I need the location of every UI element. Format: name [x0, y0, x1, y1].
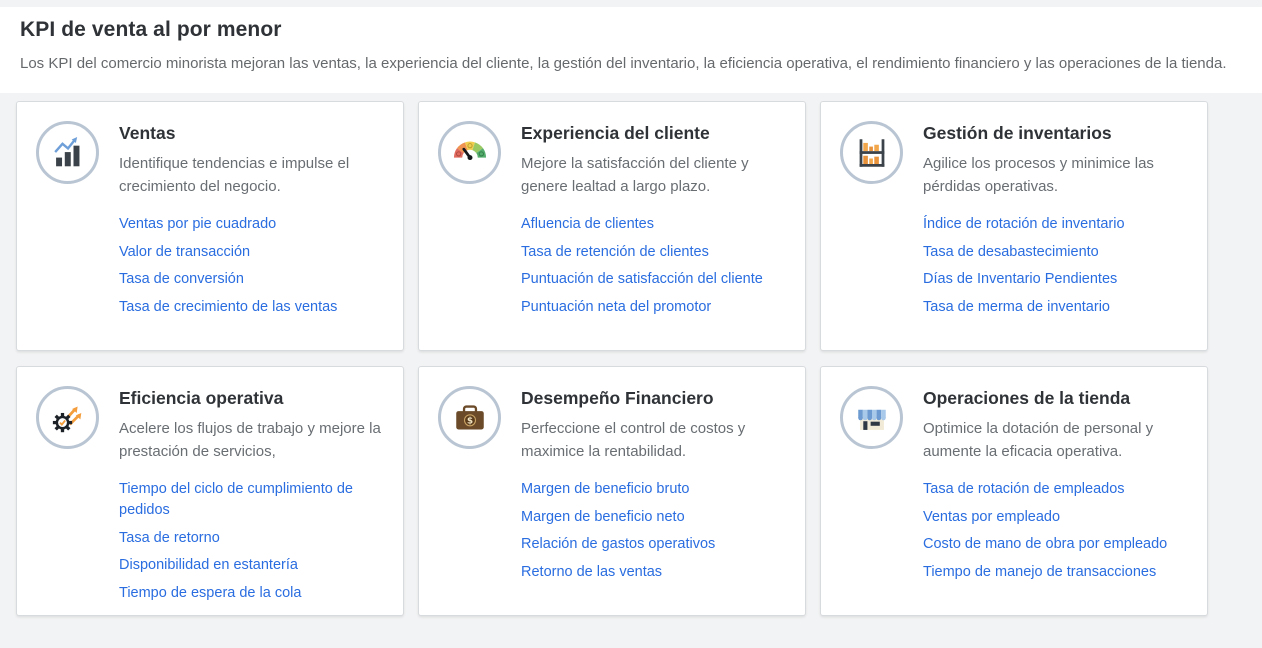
- kpi-card-operaciones-tienda: Operaciones de la tienda Optimice la dot…: [820, 366, 1208, 616]
- kpi-link[interactable]: Días de Inventario Pendientes: [923, 269, 1189, 290]
- card-link-list: Margen de beneficio bruto Margen de bene…: [521, 479, 787, 583]
- kpi-link[interactable]: Afluencia de clientes: [521, 214, 787, 235]
- page-title: KPI de venta al por menor: [20, 18, 1242, 42]
- kpi-link[interactable]: Margen de beneficio bruto: [521, 479, 787, 500]
- page-subtitle: Los KPI del comercio minorista mejoran l…: [20, 53, 1242, 75]
- kpi-card-desempeno-financiero: $ Desempeño Financiero Perfeccione el co…: [418, 366, 806, 616]
- kpi-link[interactable]: Tasa de crecimiento de las ventas: [119, 297, 385, 318]
- card-title: Eficiencia operativa: [119, 388, 385, 408]
- kpi-link[interactable]: Tasa de desabastecimiento: [923, 242, 1189, 263]
- kpi-link[interactable]: Disponibilidad en estantería: [119, 555, 385, 576]
- page-header: KPI de venta al por menor Los KPI del co…: [0, 7, 1262, 93]
- kpi-link[interactable]: Valor de transacción: [119, 242, 385, 263]
- kpi-link[interactable]: Puntuación de satisfacción del cliente: [521, 269, 787, 290]
- card-title: Desempeño Financiero: [521, 388, 787, 408]
- kpi-link[interactable]: Ventas por pie cuadrado: [119, 214, 385, 235]
- kpi-link[interactable]: Puntuación neta del promotor: [521, 297, 787, 318]
- gear-arrows-icon: [36, 386, 99, 449]
- card-description: Identifique tendencias e impulse el crec…: [119, 152, 385, 198]
- storefront-icon: [840, 386, 903, 449]
- kpi-card-gestion-inventarios: Gestión de inventarios Agilice los proce…: [820, 101, 1208, 351]
- kpi-card-grid: Ventas Identifique tendencias e impulse …: [16, 101, 1208, 616]
- inventory-shelf-icon: [840, 121, 903, 184]
- kpi-link[interactable]: Tiempo del ciclo de cumplimiento de pedi…: [119, 479, 385, 521]
- card-link-list: Tasa de rotación de empleados Ventas por…: [923, 479, 1189, 583]
- kpi-link[interactable]: Relación de gastos operativos: [521, 534, 787, 555]
- sales-trend-chart-icon: [36, 121, 99, 184]
- card-title: Gestión de inventarios: [923, 123, 1189, 143]
- card-description: Mejore la satisfacción del cliente y gen…: [521, 152, 787, 198]
- card-description: Agilice los procesos y minimice las pérd…: [923, 152, 1189, 198]
- kpi-link[interactable]: Tiempo de manejo de transacciones: [923, 562, 1189, 583]
- kpi-link[interactable]: Tiempo de espera de la cola: [119, 583, 385, 604]
- kpi-card-experiencia-cliente: Experiencia del cliente Mejore la satisf…: [418, 101, 806, 351]
- kpi-link[interactable]: Índice de rotación de inventario: [923, 214, 1189, 235]
- card-description: Acelere los flujos de trabajo y mejore l…: [119, 417, 385, 463]
- svg-text:$: $: [466, 416, 472, 426]
- kpi-link[interactable]: Tasa de rotación de empleados: [923, 479, 1189, 500]
- card-link-list: Afluencia de clientes Tasa de retención …: [521, 214, 787, 318]
- card-description: Optimice la dotación de personal y aumen…: [923, 417, 1189, 463]
- card-description: Perfeccione el control de costos y maxim…: [521, 417, 787, 463]
- kpi-link[interactable]: Tasa de retorno: [119, 528, 385, 549]
- kpi-link[interactable]: Tasa de merma de inventario: [923, 297, 1189, 318]
- kpi-card-ventas: Ventas Identifique tendencias e impulse …: [16, 101, 404, 351]
- kpi-link[interactable]: Costo de mano de obra por empleado: [923, 534, 1189, 555]
- card-link-list: Ventas por pie cuadrado Valor de transac…: [119, 214, 385, 318]
- card-title: Ventas: [119, 123, 385, 143]
- kpi-link[interactable]: Retorno de las ventas: [521, 562, 787, 583]
- customer-satisfaction-gauge-icon: [438, 121, 501, 184]
- briefcase-dollar-icon: $: [438, 386, 501, 449]
- kpi-card-eficiencia-operativa: Eficiencia operativa Acelere los flujos …: [16, 366, 404, 616]
- card-title: Experiencia del cliente: [521, 123, 787, 143]
- kpi-link[interactable]: Margen de beneficio neto: [521, 507, 787, 528]
- card-link-list: Índice de rotación de inventario Tasa de…: [923, 214, 1189, 318]
- card-title: Operaciones de la tienda: [923, 388, 1189, 408]
- kpi-link[interactable]: Tasa de conversión: [119, 269, 385, 290]
- card-link-list: Tiempo del ciclo de cumplimiento de pedi…: [119, 479, 385, 604]
- kpi-link[interactable]: Tasa de retención de clientes: [521, 242, 787, 263]
- kpi-link[interactable]: Ventas por empleado: [923, 507, 1189, 528]
